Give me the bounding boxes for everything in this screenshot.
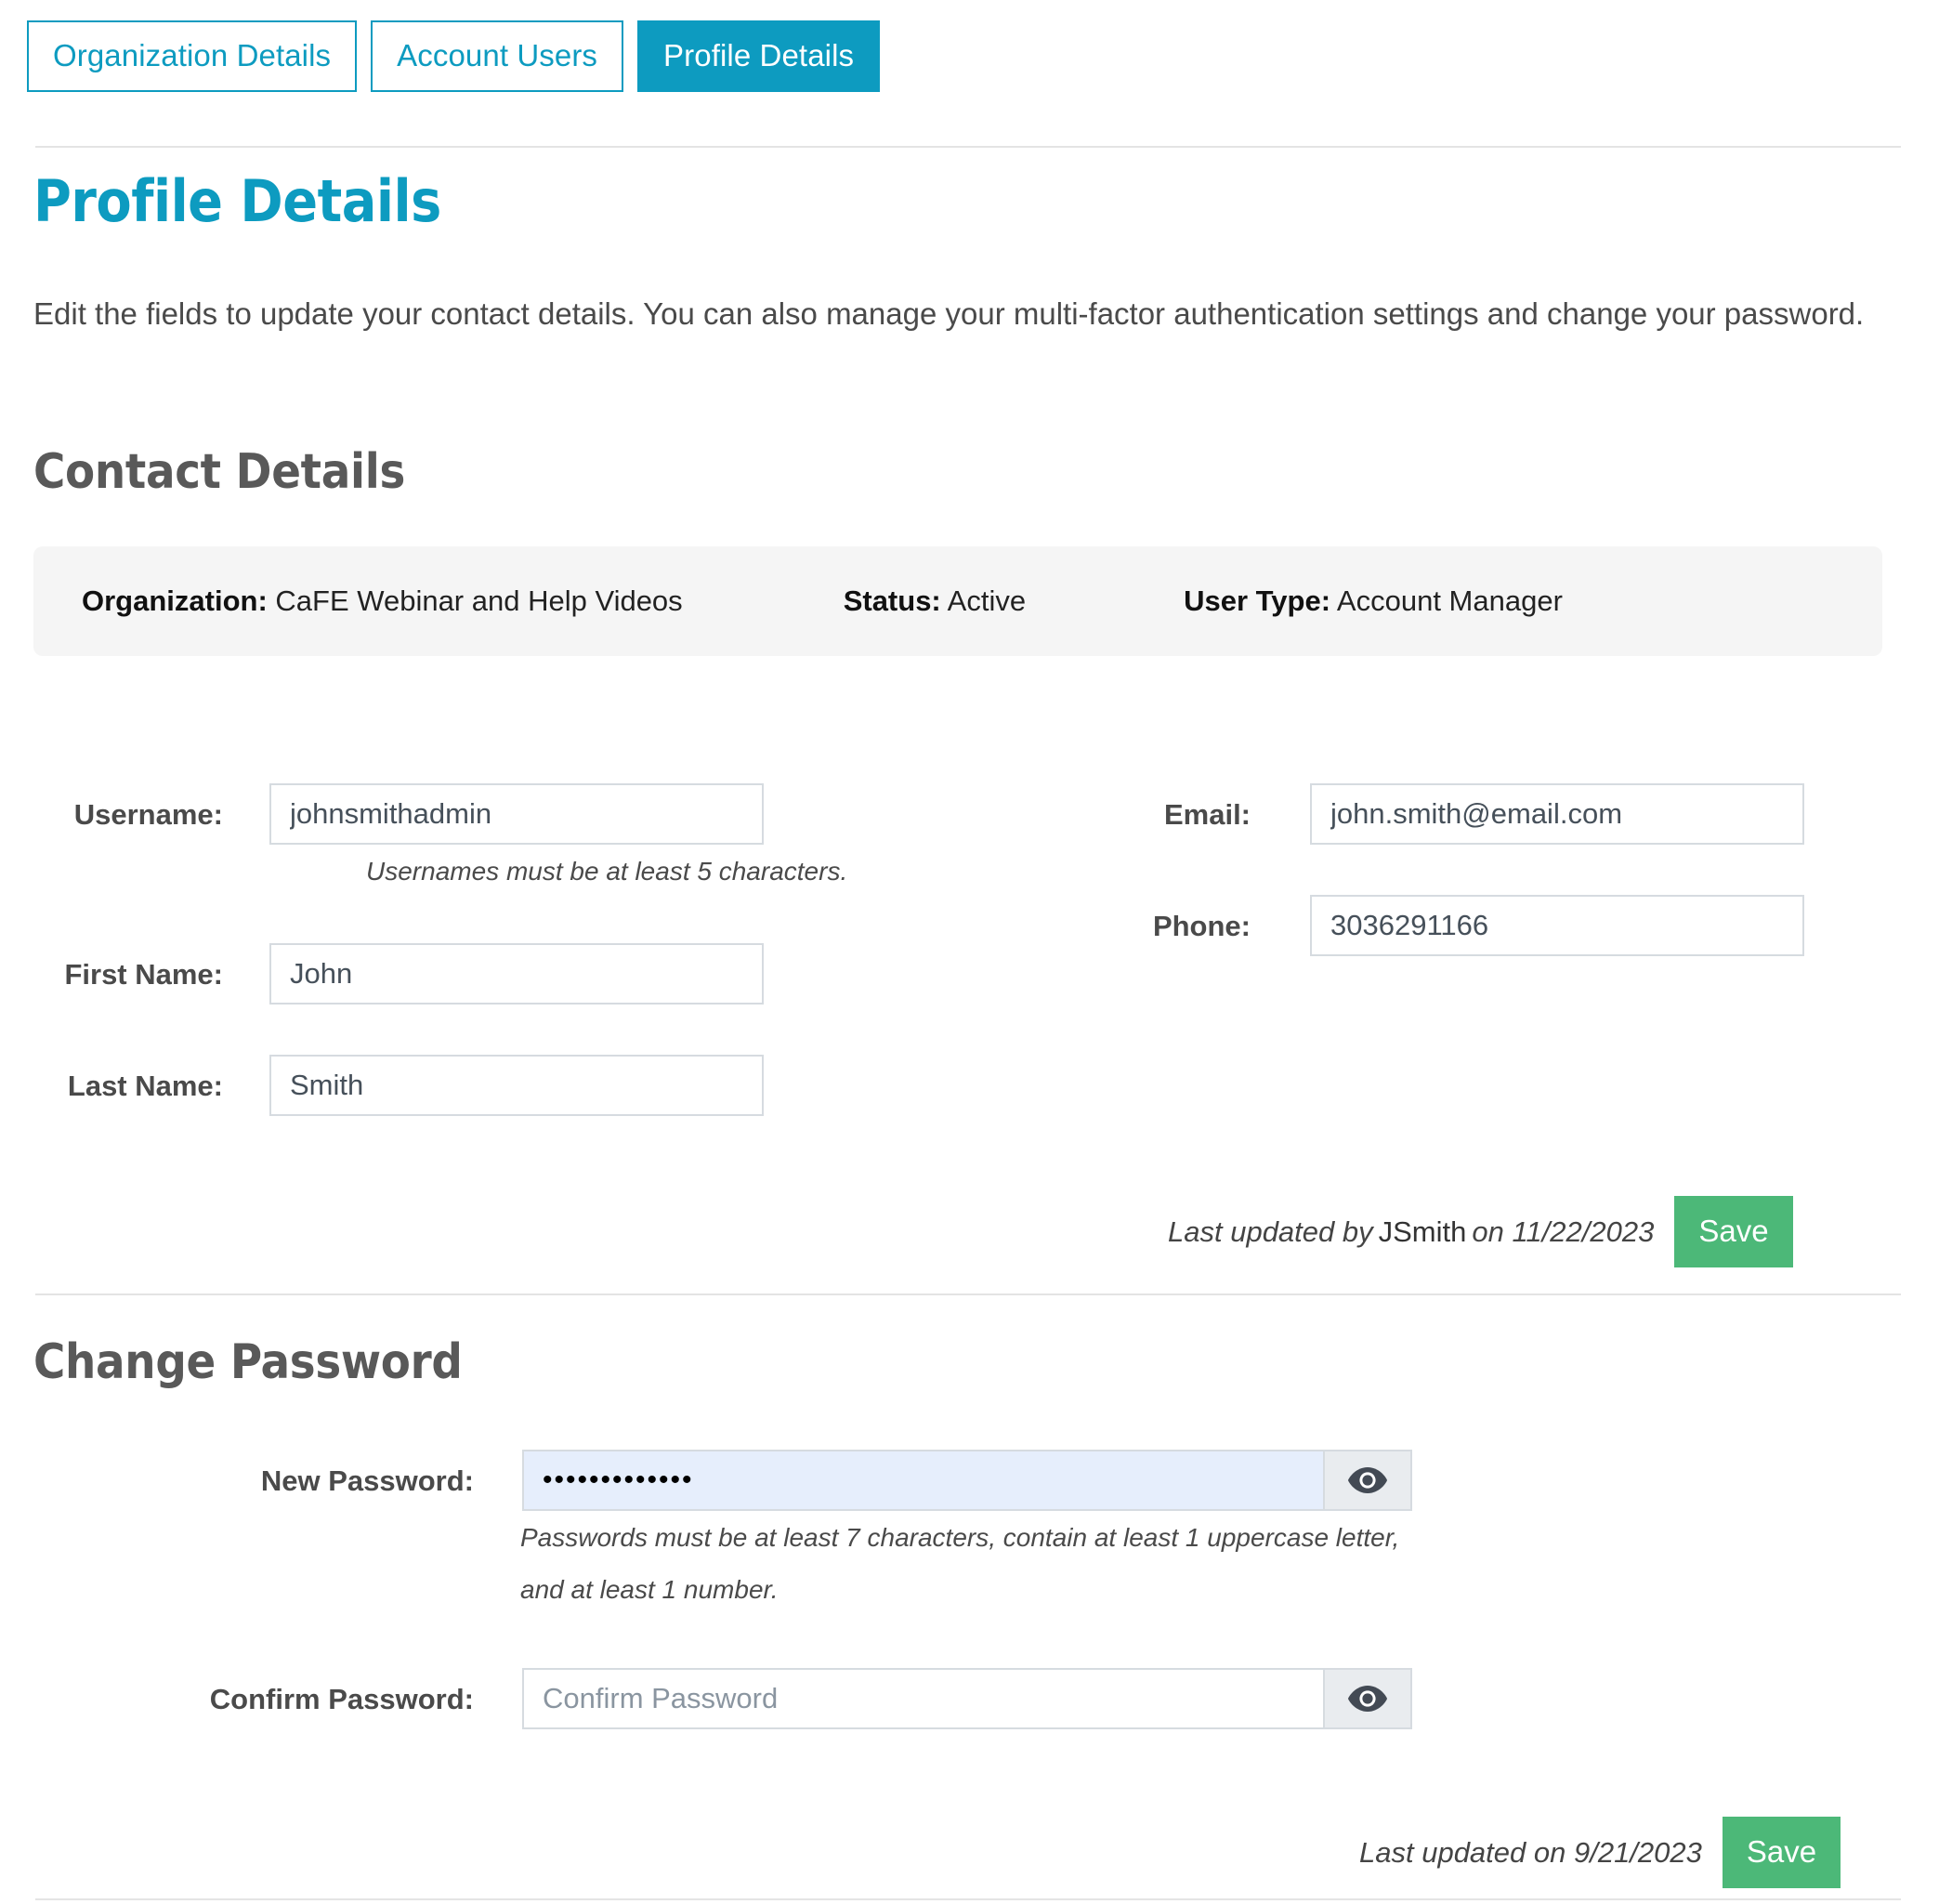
confirm-password-toggle-button[interactable] <box>1323 1668 1412 1729</box>
page-title: Profile Details <box>33 167 441 235</box>
eye-icon <box>1347 1685 1388 1713</box>
last-name-label: Last Name: <box>67 1070 223 1102</box>
eye-icon <box>1347 1466 1388 1494</box>
new-password-toggle-button[interactable] <box>1323 1450 1412 1511</box>
field-row-email: Email: <box>1148 783 1804 845</box>
username-hint: Usernames must be at least 5 characters. <box>366 857 848 886</box>
contact-last-updated-suffix: on 11/22/2023 <box>1472 1215 1655 1248</box>
phone-input[interactable] <box>1310 895 1804 956</box>
field-row-phone: Phone: <box>1148 895 1804 956</box>
account-info-bar: Organization: CaFE Webinar and Help Vide… <box>33 546 1882 656</box>
section-title-change-password: Change Password <box>33 1334 463 1390</box>
tab-profile-details[interactable]: Profile Details <box>637 20 881 92</box>
confirm-password-label: Confirm Password: <box>209 1683 474 1715</box>
field-row-confirm-password: Confirm Password: <box>0 1668 1412 1729</box>
field-row-first-name: First Name: <box>0 943 764 1005</box>
email-label: Email: <box>1163 798 1251 831</box>
email-input[interactable] <box>1310 783 1804 845</box>
field-row-new-password: New Password: <box>0 1450 1412 1511</box>
info-user-type-label: User Type: <box>1184 584 1331 617</box>
confirm-password-input[interactable] <box>522 1668 1323 1729</box>
new-password-label: New Password: <box>260 1464 474 1497</box>
field-row-last-name: Last Name: <box>0 1055 764 1116</box>
new-password-input[interactable] <box>522 1450 1323 1511</box>
divider-top <box>35 146 1901 148</box>
page-description: Edit the fields to update your contact d… <box>33 296 1865 331</box>
info-user-type: User Type: Account Manager <box>1184 584 1563 618</box>
confirm-password-group <box>522 1668 1412 1729</box>
contact-last-updated: Last updated by JSmith on 11/22/2023 <box>1168 1215 1654 1249</box>
info-organization: Organization: CaFE Webinar and Help Vide… <box>82 584 683 618</box>
password-last-updated: Last updated on 9/21/2023 <box>1359 1835 1702 1869</box>
info-user-type-value: Account Manager <box>1336 584 1563 617</box>
info-organization-value: CaFE Webinar and Help Videos <box>275 584 683 617</box>
tab-organization-details[interactable]: Organization Details <box>27 20 358 92</box>
info-status: Status: Active <box>844 584 1026 618</box>
phone-label: Phone: <box>1152 910 1251 942</box>
tab-account-users[interactable]: Account Users <box>371 20 624 92</box>
last-name-input[interactable] <box>269 1055 764 1116</box>
first-name-input[interactable] <box>269 943 764 1005</box>
password-save-button[interactable]: Save <box>1722 1817 1841 1888</box>
contact-last-updated-user: JSmith <box>1378 1215 1467 1248</box>
info-status-label: Status: <box>843 584 941 617</box>
contact-last-updated-prefix: Last updated by <box>1168 1215 1373 1248</box>
field-row-username: Username: <box>0 783 764 845</box>
contact-save-row: Last updated by JSmith on 11/22/2023 Save <box>1168 1196 1793 1267</box>
divider-bottom <box>35 1898 1901 1900</box>
profile-details-page: Organization Details Account Users Profi… <box>0 0 1952 1904</box>
contact-save-button[interactable]: Save <box>1674 1196 1793 1267</box>
first-name-label: First Name: <box>64 958 223 991</box>
info-status-value: Active <box>947 584 1027 617</box>
password-save-row: Last updated on 9/21/2023 Save <box>1359 1817 1841 1888</box>
username-label: Username: <box>73 798 223 831</box>
divider-middle <box>35 1293 1901 1295</box>
account-tabs: Organization Details Account Users Profi… <box>27 20 881 92</box>
section-title-contact-details: Contact Details <box>33 444 405 500</box>
new-password-group <box>522 1450 1412 1511</box>
username-input[interactable] <box>269 783 764 845</box>
info-organization-label: Organization: <box>82 584 268 617</box>
new-password-hint: Passwords must be at least 7 characters,… <box>520 1523 1400 1604</box>
